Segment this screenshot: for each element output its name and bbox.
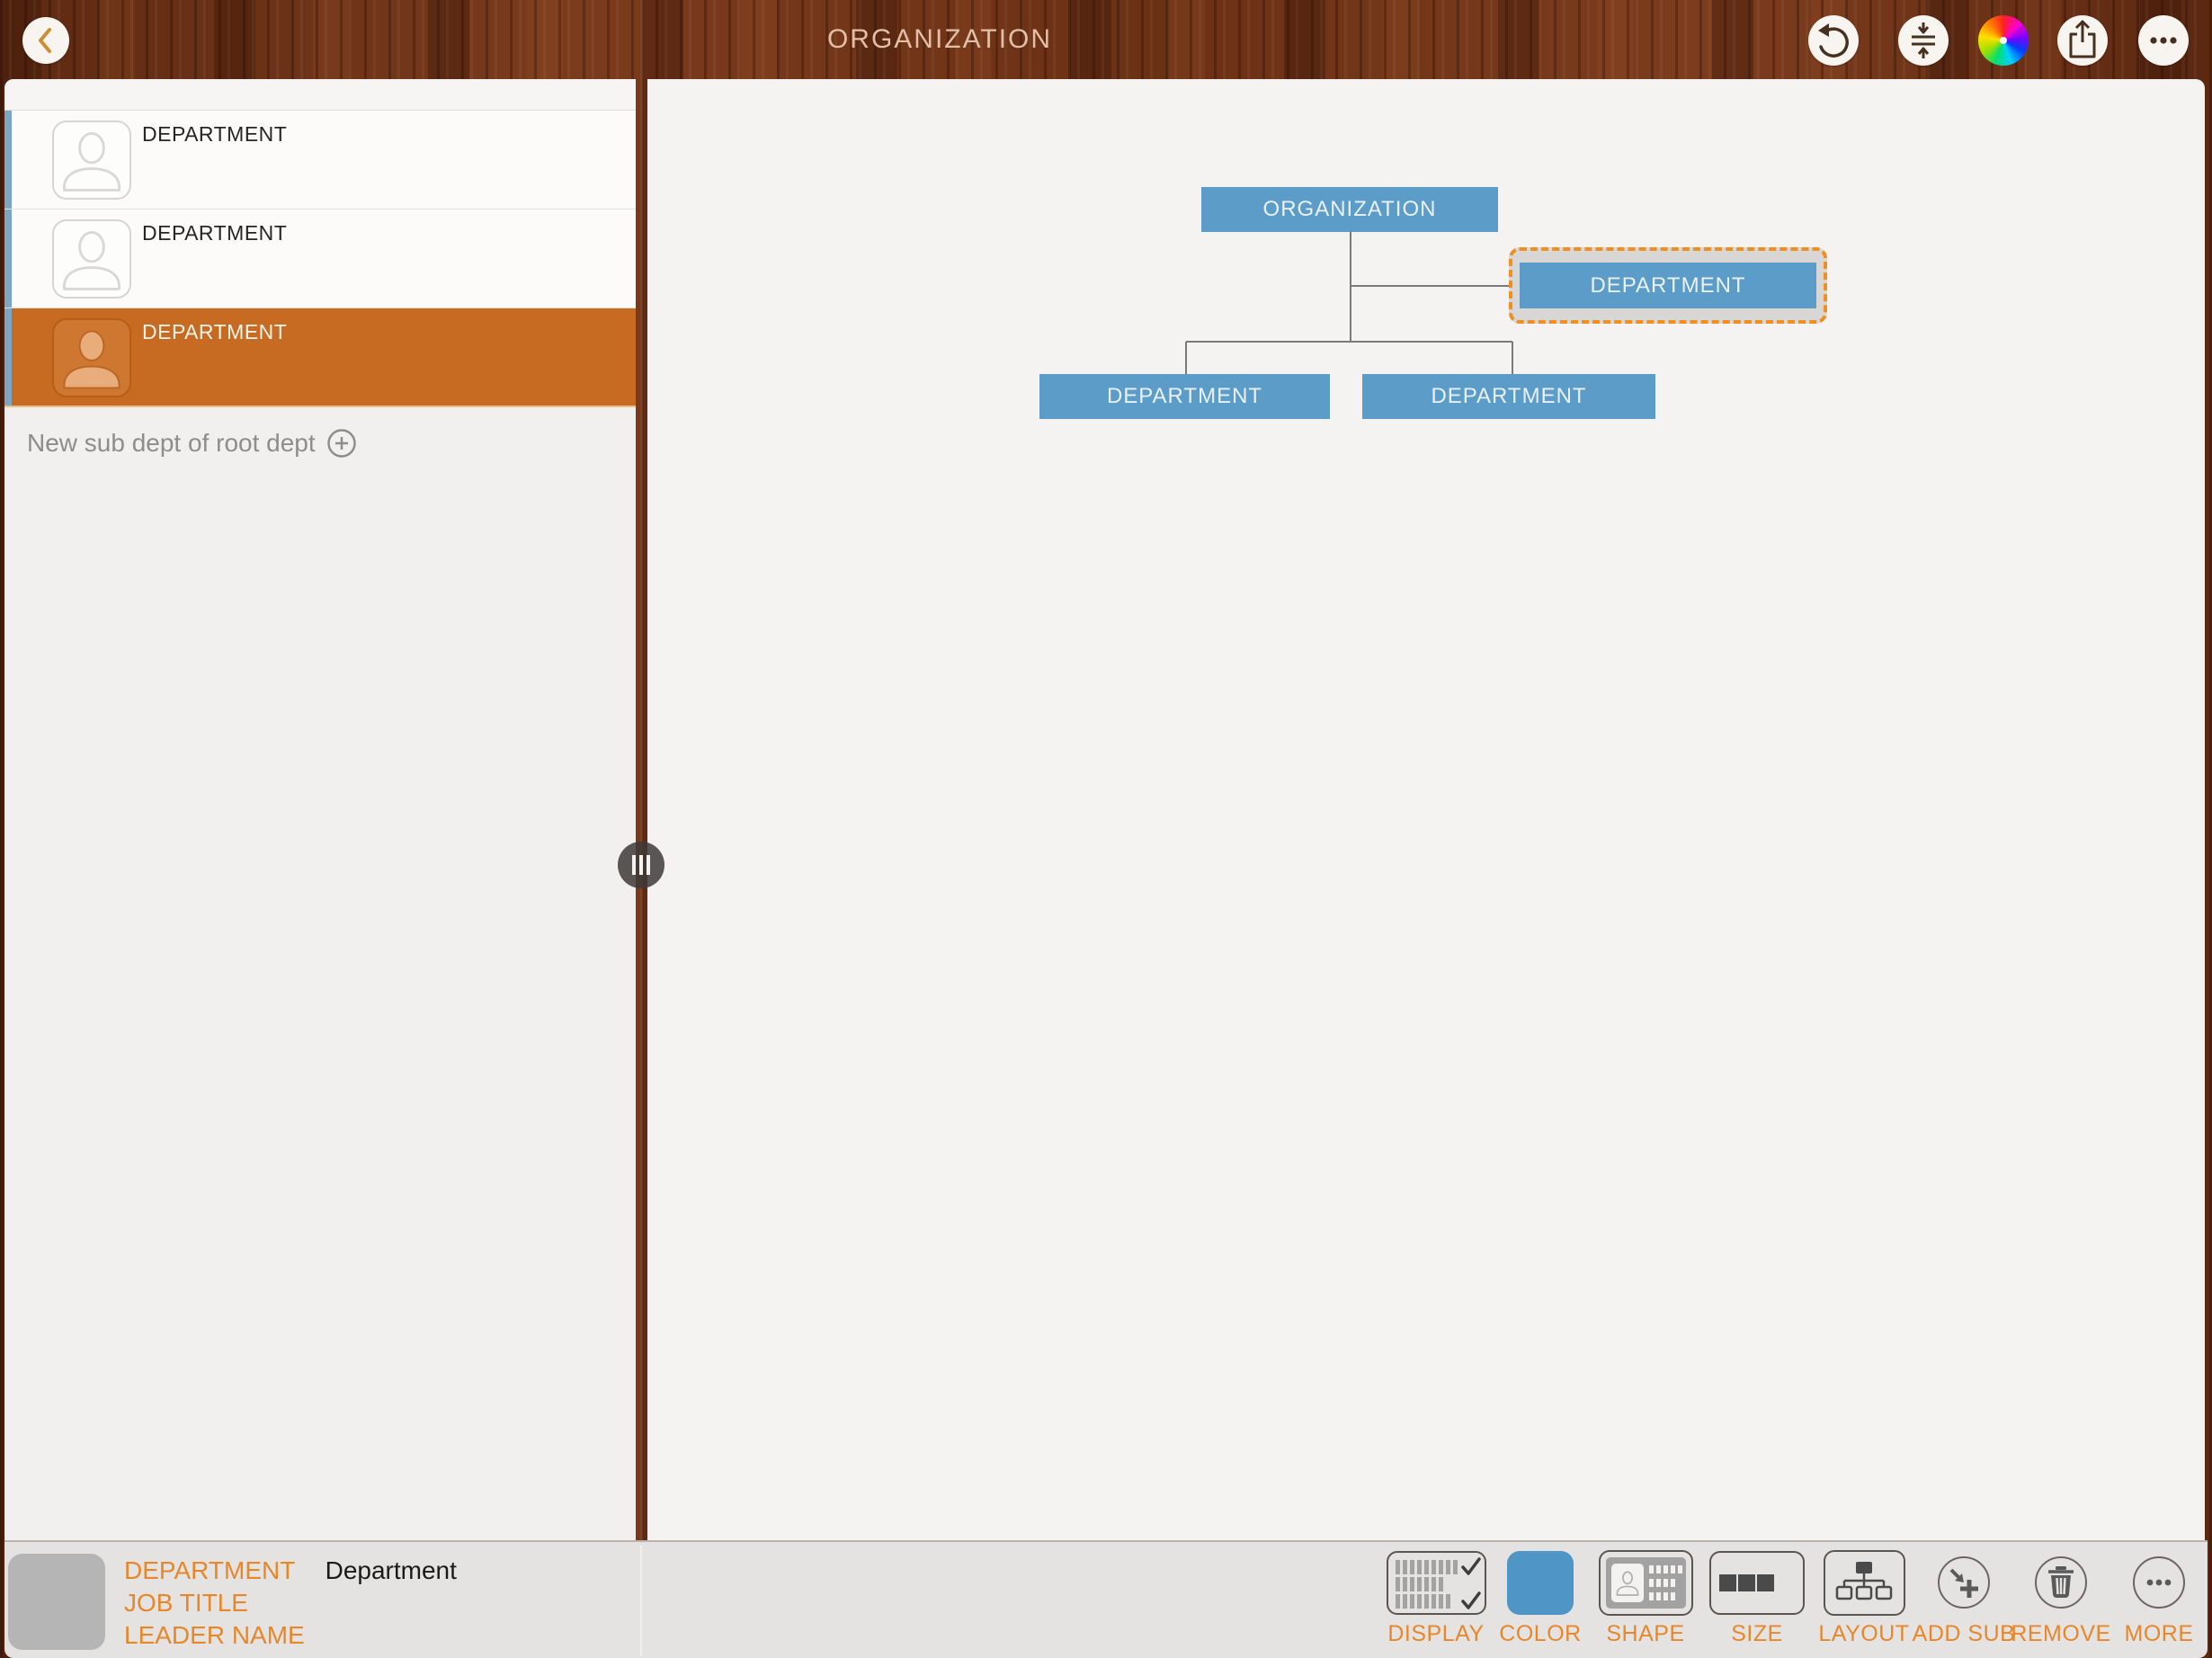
page-title: ORGANIZATION <box>715 24 1164 55</box>
panel-resize-handle[interactable] <box>618 842 664 888</box>
department-list-item-selected[interactable]: DEPARTMENT <box>4 308 636 407</box>
department-field-value: Department <box>326 1556 457 1584</box>
more-dots-icon <box>2133 1556 2185 1609</box>
app-window: ORGANIZATION <box>0 0 2212 1658</box>
fit-vertical-button[interactable] <box>1898 15 1949 66</box>
person-avatar-icon <box>52 120 131 200</box>
add-circle-icon <box>326 428 357 459</box>
back-button[interactable] <box>22 17 69 64</box>
row-accent-stripe <box>4 308 12 406</box>
undo-icon <box>1808 15 1859 66</box>
selected-dept-photo-placeholder[interactable] <box>8 1554 105 1650</box>
undo-button[interactable] <box>1808 15 1859 66</box>
add-sub-arrow-plus-icon <box>1938 1556 1990 1609</box>
org-node-selected-box: DEPARTMENT <box>1520 263 1816 308</box>
compress-vertical-icon <box>1898 15 1949 66</box>
grip-bar <box>647 855 650 875</box>
department-list-item[interactable]: DEPARTMENT <box>4 111 636 209</box>
org-node-label: DEPARTMENT <box>1590 273 1745 299</box>
grip-bar <box>632 855 636 875</box>
grip-bar <box>639 855 643 875</box>
org-node-root[interactable]: ORGANIZATION <box>1201 187 1498 232</box>
display-options-icon <box>1387 1551 1486 1615</box>
list-header-strip <box>4 79 636 111</box>
department-field-label: DEPARTMENT <box>124 1556 295 1584</box>
department-row-label: DEPARTMENT <box>142 221 287 245</box>
ellipsis-icon <box>2138 15 2189 66</box>
share-icon <box>2057 15 2108 66</box>
more-button[interactable]: MORE <box>2092 1542 2212 1658</box>
top-navigation-bar: ORGANIZATION <box>0 0 2212 79</box>
org-node-child[interactable]: DEPARTMENT <box>1039 374 1330 419</box>
org-node-label: DEPARTMENT <box>1431 384 1586 409</box>
trash-icon <box>2035 1556 2087 1609</box>
new-sub-dept-button[interactable]: New sub dept of root dept <box>27 428 357 459</box>
selected-dept-inspector: DEPARTMENT Department JOB TITLE LEADER N… <box>124 1555 457 1652</box>
more-button-label: MORE <box>2125 1623 2194 1645</box>
job-title-field-label: JOB TITLE <box>124 1589 248 1617</box>
department-list-panel: DEPARTMENT DEPARTMENT DEPARTMENT <box>4 79 636 1540</box>
layout-tree-icon <box>1824 1550 1905 1616</box>
color-wheel-button[interactable] <box>1978 15 2029 66</box>
size-bars-icon <box>1709 1551 1805 1615</box>
more-menu-button[interactable] <box>2138 15 2189 66</box>
share-button[interactable] <box>2057 15 2108 66</box>
org-node-label: DEPARTMENT <box>1107 384 1262 409</box>
leader-name-field[interactable]: LEADER NAME <box>124 1619 457 1652</box>
org-chart-connectors <box>647 79 2205 1540</box>
department-row-label: DEPARTMENT <box>142 122 287 147</box>
bottom-toolbar: DEPARTMENT Department JOB TITLE LEADER N… <box>4 1540 2208 1658</box>
org-node-label: ORGANIZATION <box>1263 197 1437 222</box>
size-button-label: SIZE <box>1731 1623 1783 1645</box>
person-avatar-icon <box>52 318 131 397</box>
chevron-left-icon <box>22 17 69 64</box>
leader-name-field-label: LEADER NAME <box>124 1621 305 1649</box>
department-row-label: DEPARTMENT <box>142 320 287 344</box>
display-button-label: DISPLAY <box>1387 1623 1484 1645</box>
org-node-selected[interactable]: DEPARTMENT <box>1509 247 1827 324</box>
org-node-child[interactable]: DEPARTMENT <box>1362 374 1655 419</box>
row-accent-stripe <box>4 209 12 308</box>
row-accent-stripe <box>4 111 12 209</box>
color-button-label: COLOR <box>1499 1623 1581 1645</box>
shape-card-icon <box>1599 1550 1693 1616</box>
department-list-item[interactable]: DEPARTMENT <box>4 209 636 308</box>
person-avatar-icon <box>52 219 131 299</box>
new-sub-dept-label: New sub dept of root dept <box>27 429 316 458</box>
org-chart-canvas[interactable]: ORGANIZATION DEPARTMENT DEPARTMENT DEPAR… <box>647 79 2205 1540</box>
toolbar-seam-divider <box>640 1546 642 1656</box>
department-field[interactable]: DEPARTMENT Department <box>124 1555 457 1587</box>
job-title-field[interactable]: JOB TITLE <box>124 1587 457 1619</box>
shape-button-label: SHAPE <box>1606 1623 1684 1645</box>
color-swatch-icon <box>1507 1551 1574 1615</box>
